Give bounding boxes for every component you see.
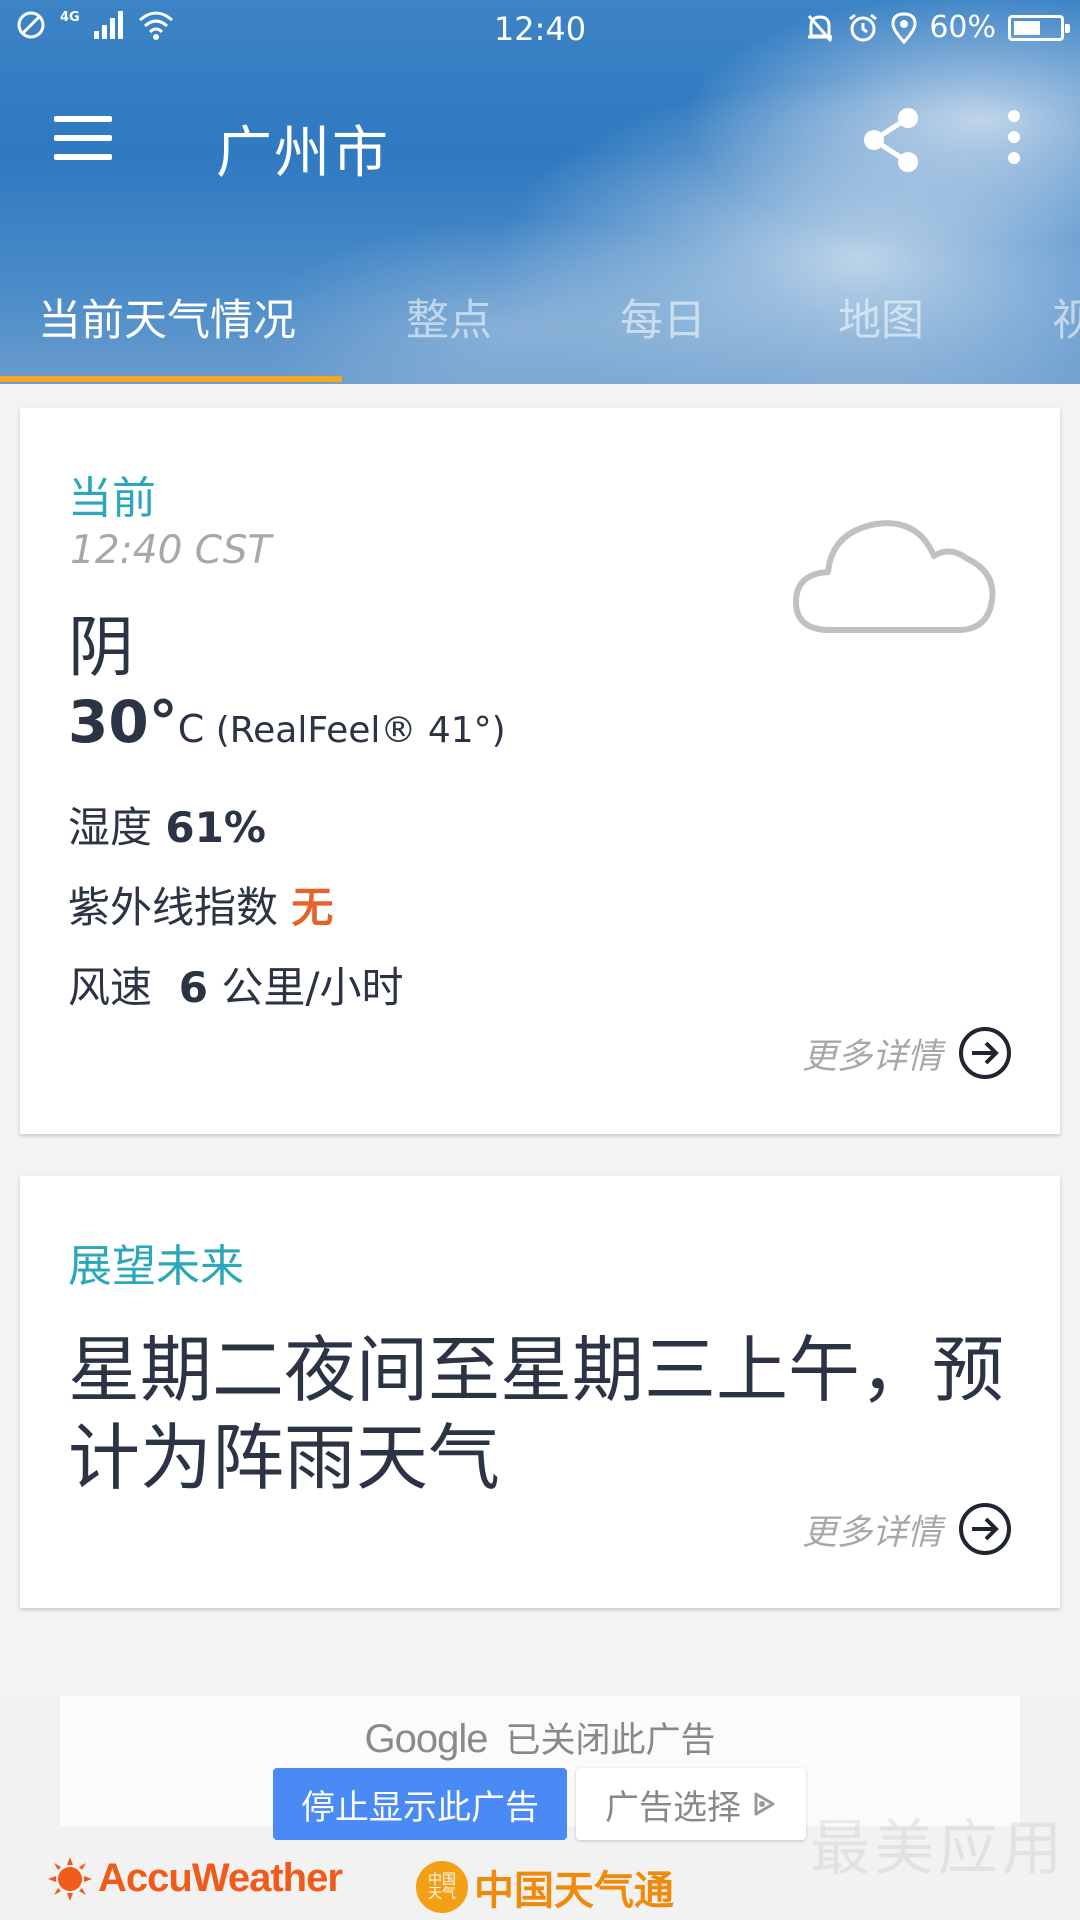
bell-off-icon <box>808 14 833 42</box>
city-title: 广州市 <box>216 121 390 186</box>
status-bar: 4G 12:40 60% <box>0 0 1080 56</box>
humidity-label: 湿度 <box>68 803 153 852</box>
realfeel: (RealFeel® 41°) <box>215 710 506 751</box>
china-weather-text: 中国天气通 <box>474 1868 674 1914</box>
more-details-label: 更多详情 <box>801 1036 942 1077</box>
stop-showing-ad-button[interactable]: 停止显示此广告 <box>273 1768 567 1840</box>
sun-icon <box>48 1856 92 1901</box>
uv-row: 紫外线指数 无 <box>68 874 333 935</box>
tab-map[interactable]: 地图 <box>838 286 924 348</box>
accuweather-logo: AccuWeather <box>48 1856 343 1901</box>
menu-icon[interactable] <box>54 116 112 160</box>
status-right: 60% <box>805 10 1070 45</box>
wind-label: 风速 <box>68 963 153 1012</box>
watermark: 最美应用 <box>810 1814 1066 1884</box>
location-icon <box>891 11 917 44</box>
overflow-menu-icon[interactable] <box>996 110 1032 170</box>
tab-bar: 当前天气情况 整点 每日 地图 视 <box>0 276 1080 384</box>
outlook-title: 展望未来 <box>68 1241 244 1292</box>
app-bar: 广州市 <box>0 80 1080 200</box>
outlook-text: 星期二夜间至星期三上午，预计为阵雨天气 <box>68 1328 1005 1500</box>
china-weather-logo: 中国 天气 中国天气通 <box>416 1858 674 1916</box>
share-icon[interactable] <box>856 104 928 176</box>
cloud-icon <box>793 520 996 633</box>
more-details-label: 更多详情 <box>801 1512 942 1553</box>
arrow-right-circle-icon[interactable] <box>958 1026 1012 1080</box>
outlook-card[interactable]: 展望未来 星期二夜间至星期三上午，预计为阵雨天气 更多详情 <box>20 1176 1060 1608</box>
ad-closed-text: 已关闭此广告 <box>505 1721 716 1761</box>
current-conditions-card[interactable]: 当前 12:40 CST 阴 30°C (RealFeel® 41°) 湿度 6… <box>20 408 1060 1134</box>
alarm-icon <box>849 13 878 41</box>
battery-icon <box>1008 14 1070 41</box>
ad-choices-label: 广告选择 <box>605 1787 741 1828</box>
ad-closed-message: Google 已关闭此广告 <box>0 1712 1080 1763</box>
accuweather-text: AccuWeather <box>98 1856 343 1900</box>
temperature-value: 30° <box>68 688 178 756</box>
wind-unit: 公里/小时 <box>221 963 404 1012</box>
uv-label: 紫外线指数 <box>68 883 279 932</box>
current-more-details-link[interactable]: 更多详情 <box>802 1026 1012 1080</box>
seal-icon: 中国 天气 <box>416 1861 468 1913</box>
wind-value: 6 <box>178 963 208 1012</box>
tab-indicator <box>0 376 342 382</box>
outlook-more-details-link[interactable]: 更多详情 <box>802 1502 1012 1556</box>
battery-percent: 60% <box>929 10 996 45</box>
google-logo: Google <box>364 1717 489 1761</box>
weather-condition: 阴 <box>68 609 134 686</box>
battery-level <box>1014 20 1041 35</box>
humidity-row: 湿度 61% <box>68 794 266 855</box>
arrow-right-circle-icon[interactable] <box>958 1502 1012 1556</box>
humidity-value: 61% <box>165 803 266 852</box>
wind-row: 风速 6 公里/小时 <box>68 954 403 1015</box>
temperature-unit: C <box>177 707 205 751</box>
observation-time: 12:40 CST <box>70 528 272 573</box>
tab-current[interactable]: 当前天气情况 <box>38 286 296 348</box>
adchoices-icon <box>754 1792 775 1816</box>
ad-choices-button[interactable]: 广告选择 <box>576 1768 806 1840</box>
current-title: 当前 <box>68 473 156 524</box>
header: 4G 12:40 60% 广州市 当前天气情况 整点 每日 地图 视 <box>0 0 1080 384</box>
tab-video[interactable]: 视 <box>1052 286 1080 348</box>
tab-hourly[interactable]: 整点 <box>406 286 492 348</box>
temperature: 30°C (RealFeel® 41°) <box>68 688 506 756</box>
tab-daily[interactable]: 每日 <box>620 286 706 348</box>
uv-value: 无 <box>291 883 334 932</box>
